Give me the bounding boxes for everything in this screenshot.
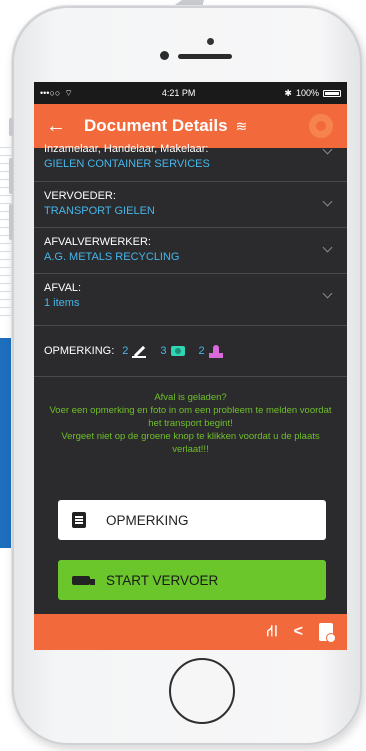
start-button-label: START VERVOER bbox=[106, 572, 219, 588]
start-vervoer-button[interactable]: START VERVOER bbox=[58, 560, 326, 600]
notes-count: 2 bbox=[122, 345, 129, 357]
status-bar: •••○○ ⌔ 4:21 PM ✱ 100% bbox=[34, 82, 347, 104]
notice-line: Vergeet niet op de groene knop te klikke… bbox=[61, 431, 320, 455]
gear-icon[interactable] bbox=[309, 114, 333, 138]
battery-percent: 100% bbox=[295, 88, 319, 98]
page-title: Document Details bbox=[84, 116, 228, 135]
detail-value: 1 items bbox=[44, 297, 80, 309]
earpiece-speaker bbox=[178, 54, 232, 59]
stamps-count: 2 bbox=[198, 345, 205, 357]
front-sensor bbox=[207, 38, 214, 45]
mute-switch bbox=[9, 118, 13, 136]
opmerking-label: OPMERKING: bbox=[44, 345, 115, 357]
battery-icon bbox=[323, 89, 341, 97]
notice-line: Voer een opmerking en foto in om een pro… bbox=[49, 405, 332, 429]
stamp-icon[interactable] bbox=[208, 344, 223, 358]
detail-value: TRANSPORT GIELEN bbox=[44, 205, 155, 217]
photos-count: 3 bbox=[160, 345, 167, 357]
bottom-toolbar: ⛙ < bbox=[34, 614, 347, 650]
note-icon bbox=[72, 512, 86, 528]
detail-label: AFVAL: bbox=[44, 282, 82, 294]
opmerking-button[interactable]: OPMERKING bbox=[58, 500, 326, 540]
home-button[interactable] bbox=[169, 658, 235, 724]
instruction-message: Afval is geladen? Voer een opmerking en … bbox=[34, 377, 347, 456]
detail-row-afval[interactable]: AFVAL: 1 items bbox=[34, 274, 347, 326]
opmerking-summary: OPMERKING: 2 3 2 bbox=[34, 326, 347, 377]
arrow-left-icon[interactable]: ← bbox=[34, 115, 78, 138]
notice-line: Afval is geladen? bbox=[154, 392, 227, 403]
signal-indicator: •••○○ bbox=[40, 88, 61, 98]
detail-label: VERVOEDER: bbox=[44, 190, 116, 202]
bluetooth-icon: ✱ bbox=[284, 87, 292, 98]
volume-down-button bbox=[9, 204, 13, 240]
pencil-icon[interactable] bbox=[132, 344, 147, 358]
detail-value: A.G. METALS RECYCLING bbox=[44, 251, 180, 263]
app-screen: •••○○ ⌔ 4:21 PM ✱ 100% ← Document Detail… bbox=[34, 82, 347, 650]
wifi-off-icon[interactable]: ≋ bbox=[236, 118, 248, 135]
status-time: 4:21 PM bbox=[161, 88, 196, 98]
detail-row-vervoeder[interactable]: VERVOEDER: TRANSPORT GIELEN bbox=[34, 182, 347, 228]
opmerking-button-label: OPMERKING bbox=[106, 512, 189, 528]
sitemap-icon[interactable]: ⛙ bbox=[266, 622, 277, 642]
detail-label: AFVALVERWERKER: bbox=[44, 236, 151, 248]
pdf-icon[interactable] bbox=[319, 623, 336, 643]
detail-row-inzamelaar[interactable]: Inzamelaar, Handelaar, Makelaar: GIELEN … bbox=[34, 142, 347, 182]
detail-label: Inzamelaar, Handelaar, Makelaar: bbox=[44, 143, 209, 155]
share-icon[interactable]: < bbox=[294, 623, 303, 641]
detail-row-afvalverwerker[interactable]: AFVALVERWERKER: A.G. METALS RECYCLING bbox=[34, 228, 347, 274]
front-camera bbox=[160, 51, 169, 60]
detail-value: GIELEN CONTAINER SERVICES bbox=[44, 158, 210, 170]
wifi-icon: ⌔ bbox=[64, 87, 73, 98]
camera-icon[interactable] bbox=[170, 346, 185, 356]
volume-up-button bbox=[9, 158, 13, 194]
truck-icon bbox=[72, 575, 95, 585]
details-list: Inzamelaar, Handelaar, Makelaar: GIELEN … bbox=[34, 143, 347, 456]
